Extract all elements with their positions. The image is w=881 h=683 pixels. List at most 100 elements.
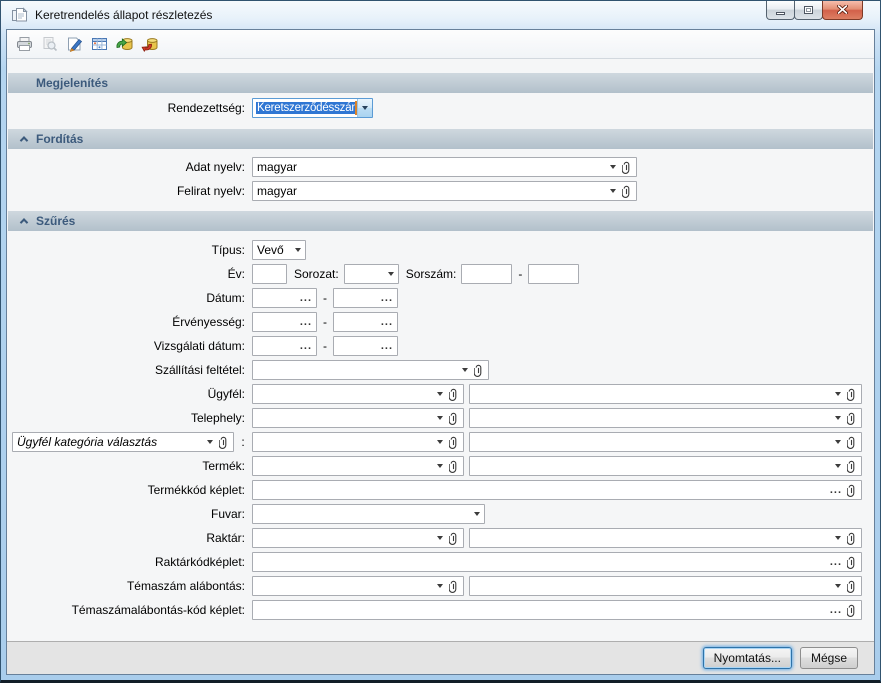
edit-icon[interactable] bbox=[65, 36, 83, 53]
ellipsis-button[interactable]: ... bbox=[381, 318, 393, 326]
customer-category-row: Ügyfél kategória választás : bbox=[7, 430, 874, 454]
customer-select[interactable] bbox=[252, 384, 464, 404]
exit-database-icon[interactable] bbox=[140, 36, 158, 53]
year-label: Év: bbox=[7, 267, 252, 281]
minimize-button[interactable] bbox=[766, 1, 795, 20]
paperclip-icon[interactable] bbox=[847, 436, 857, 449]
date-to-input[interactable]: ... bbox=[333, 288, 398, 308]
paperclip-icon[interactable] bbox=[219, 436, 229, 449]
form-area: Megjelenítés Rendezettség: Keretszerződé… bbox=[7, 59, 874, 641]
date-from-input[interactable]: ... bbox=[252, 288, 317, 308]
ellipsis-button[interactable]: ... bbox=[300, 294, 312, 302]
ellipsis-button[interactable]: ... bbox=[830, 606, 842, 614]
paperclip-icon[interactable] bbox=[449, 580, 459, 593]
colon-separator: : bbox=[234, 435, 252, 449]
print-preview-icon[interactable] bbox=[40, 36, 58, 53]
year-input[interactable] bbox=[252, 264, 287, 284]
paperclip-icon[interactable] bbox=[474, 364, 484, 377]
minimize-icon bbox=[776, 12, 785, 15]
paperclip-icon[interactable] bbox=[449, 532, 459, 545]
topic-breakdown-name-select[interactable] bbox=[469, 576, 862, 596]
chevron-down-icon bbox=[474, 512, 480, 516]
inspection-to-input[interactable]: ... bbox=[333, 336, 398, 356]
product-code-formula-input[interactable]: ... bbox=[252, 480, 862, 500]
validity-to-input[interactable]: ... bbox=[333, 312, 398, 332]
customer-name-select[interactable] bbox=[469, 384, 862, 404]
ellipsis-button[interactable]: ... bbox=[381, 342, 393, 350]
product-code-formula-row: Termékkód képlet: ... bbox=[7, 478, 874, 502]
cancel-button[interactable]: Mégse bbox=[800, 647, 858, 669]
paperclip-icon[interactable] bbox=[449, 388, 459, 401]
caption-language-select[interactable]: magyar bbox=[252, 181, 637, 201]
shipping-condition-select[interactable] bbox=[252, 360, 489, 380]
title-bar[interactable]: Keretrendelés állapot részletezés bbox=[1, 1, 880, 29]
ellipsis-button[interactable]: ... bbox=[300, 342, 312, 350]
ellipsis-button[interactable]: ... bbox=[830, 558, 842, 566]
chevron-down-icon bbox=[437, 392, 443, 396]
paperclip-icon[interactable] bbox=[847, 604, 857, 617]
restore-icon bbox=[804, 6, 813, 14]
customer-category-value: Ügyfél kategória választás bbox=[17, 435, 157, 449]
topic-breakdown-select[interactable] bbox=[252, 576, 464, 596]
paperclip-icon[interactable] bbox=[847, 532, 857, 545]
series-select[interactable] bbox=[344, 264, 399, 284]
ellipsis-button[interactable]: ... bbox=[830, 486, 842, 494]
customer-row: Ügyfél: bbox=[7, 382, 874, 406]
paperclip-icon[interactable] bbox=[847, 460, 857, 473]
category-code-select[interactable] bbox=[252, 432, 464, 452]
ellipsis-button[interactable]: ... bbox=[381, 294, 393, 302]
maximize-button[interactable] bbox=[794, 1, 823, 20]
year-series-serial-row: Év: Sorozat: Sorszám: - bbox=[7, 262, 874, 286]
customer-category-select[interactable]: Ügyfél kategória választás bbox=[12, 432, 234, 452]
range-separator: - bbox=[317, 291, 333, 305]
topic-breakdown-code-formula-input[interactable]: ... bbox=[252, 600, 862, 620]
section-header-translation[interactable]: Fordítás bbox=[8, 129, 873, 149]
paperclip-icon[interactable] bbox=[847, 412, 857, 425]
chevron-down-icon bbox=[835, 584, 841, 588]
chevron-down-icon bbox=[437, 536, 443, 540]
paperclip-icon[interactable] bbox=[449, 460, 459, 473]
paperclip-icon[interactable] bbox=[449, 436, 459, 449]
order-row: Rendezettség: Keretszerződésszám bbox=[7, 96, 874, 120]
warehouse-code-formula-row: Raktárkódképlet: ... bbox=[7, 550, 874, 574]
warehouse-select[interactable] bbox=[252, 528, 464, 548]
paperclip-icon[interactable] bbox=[449, 412, 459, 425]
print-icon[interactable] bbox=[15, 36, 33, 53]
close-button[interactable] bbox=[822, 1, 863, 20]
warehouse-name-select[interactable] bbox=[469, 528, 862, 548]
inspection-from-input[interactable]: ... bbox=[252, 336, 317, 356]
validity-from-input[interactable]: ... bbox=[252, 312, 317, 332]
freight-label: Fuvar: bbox=[7, 507, 252, 521]
data-language-select[interactable]: magyar bbox=[252, 157, 637, 177]
paperclip-icon[interactable] bbox=[622, 185, 632, 198]
product-name-select[interactable] bbox=[469, 456, 862, 476]
category-name-select[interactable] bbox=[469, 432, 862, 452]
paperclip-icon[interactable] bbox=[847, 556, 857, 569]
serial-to-input[interactable] bbox=[528, 264, 579, 284]
table-icon[interactable] bbox=[90, 36, 108, 53]
chevron-down-icon bbox=[207, 440, 213, 444]
inspection-date-row: Vizsgálati dátum: ... - ... bbox=[7, 334, 874, 358]
ellipsis-button[interactable]: ... bbox=[300, 318, 312, 326]
paperclip-icon[interactable] bbox=[847, 388, 857, 401]
freight-select[interactable] bbox=[252, 504, 485, 524]
chevron-down-icon bbox=[388, 272, 394, 276]
button-bar: Nyomtatás... Mégse bbox=[7, 641, 874, 674]
dropdown-button[interactable] bbox=[357, 99, 372, 117]
validity-row: Érvényesség: ... - ... bbox=[7, 310, 874, 334]
print-button[interactable]: Nyomtatás... bbox=[703, 647, 792, 669]
serial-from-input[interactable] bbox=[461, 264, 512, 284]
site-select[interactable] bbox=[252, 408, 464, 428]
paperclip-icon[interactable] bbox=[622, 161, 632, 174]
section-header-filter[interactable]: Szűrés bbox=[8, 211, 873, 231]
product-select[interactable] bbox=[252, 456, 464, 476]
site-name-select[interactable] bbox=[469, 408, 862, 428]
paperclip-icon[interactable] bbox=[847, 484, 857, 497]
paperclip-icon[interactable] bbox=[847, 580, 857, 593]
type-select[interactable]: Vevő bbox=[252, 240, 306, 260]
order-select[interactable]: Keretszerződésszám bbox=[252, 98, 373, 118]
warehouse-code-formula-input[interactable]: ... bbox=[252, 552, 862, 572]
chevron-down-icon bbox=[835, 392, 841, 396]
chevron-down-icon bbox=[437, 440, 443, 444]
refresh-database-icon[interactable] bbox=[115, 36, 133, 53]
